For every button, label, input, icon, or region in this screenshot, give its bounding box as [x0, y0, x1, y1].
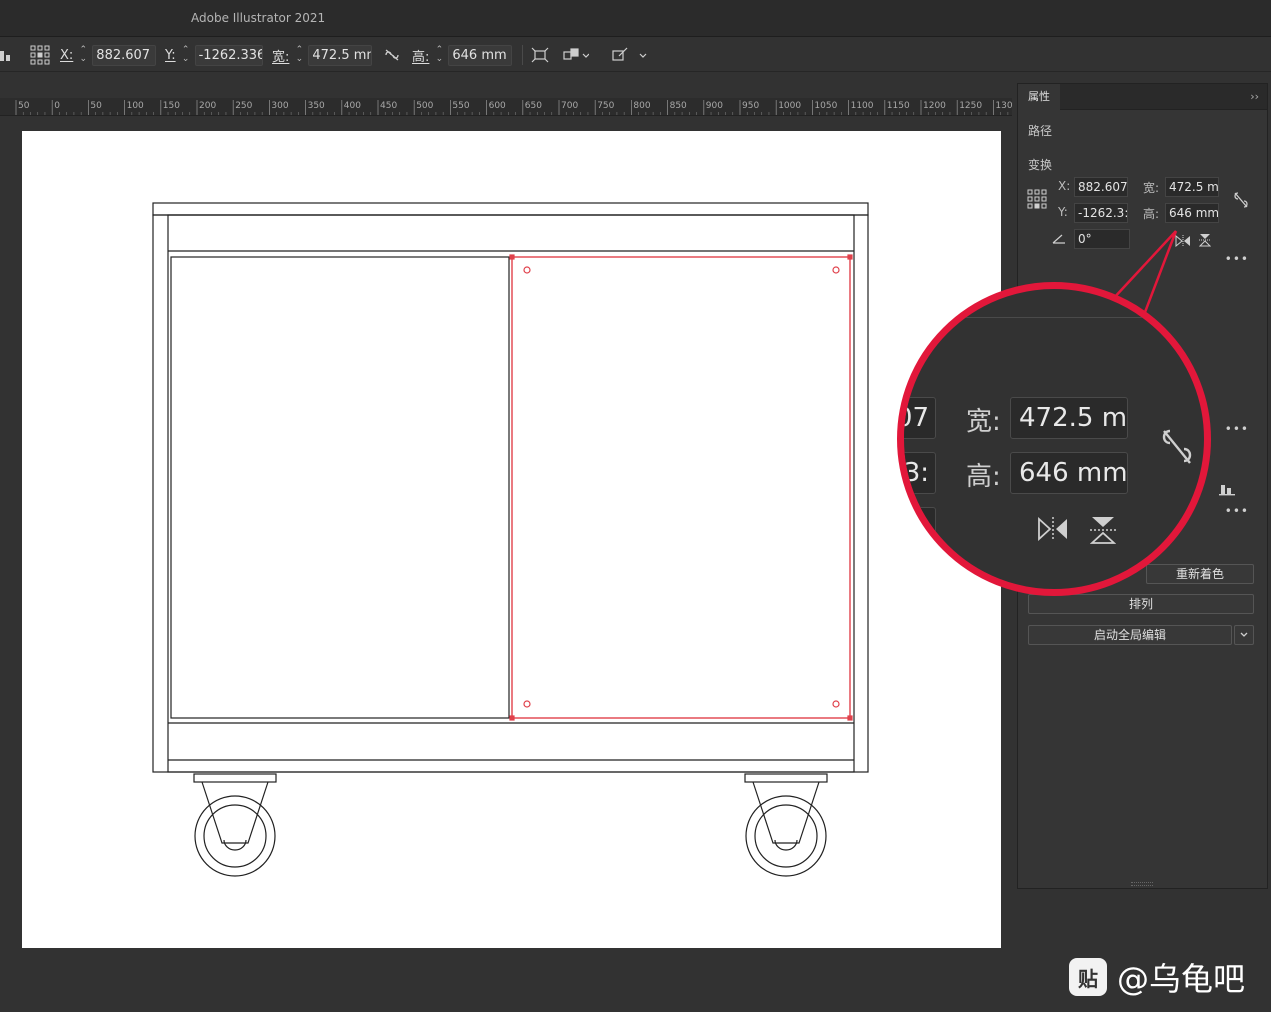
- zoom-x-fragment: 07: [904, 397, 936, 439]
- zoom-width-label: 宽:: [966, 407, 1001, 437]
- zoom-flip-horizontal-icon: [1037, 516, 1069, 545]
- zoom-height-value: 646 mm: [1010, 452, 1128, 494]
- tieba-logo-icon: 贴: [1069, 958, 1107, 996]
- zoom-panel-divider: [904, 317, 1194, 318]
- zoom-constrain-icon: [1160, 427, 1194, 471]
- watermark: 贴 @乌龟吧: [1069, 957, 1246, 998]
- zoom-flip-vertical-icon: [1089, 515, 1117, 549]
- zoom-height-label: 高:: [966, 462, 1001, 492]
- zoom-callout: 07 3: 宽: 472.5 m 高: 646 mm: [897, 282, 1211, 596]
- watermark-text: @乌龟吧: [1117, 960, 1246, 998]
- zoom-width-value: 472.5 m: [1010, 397, 1128, 439]
